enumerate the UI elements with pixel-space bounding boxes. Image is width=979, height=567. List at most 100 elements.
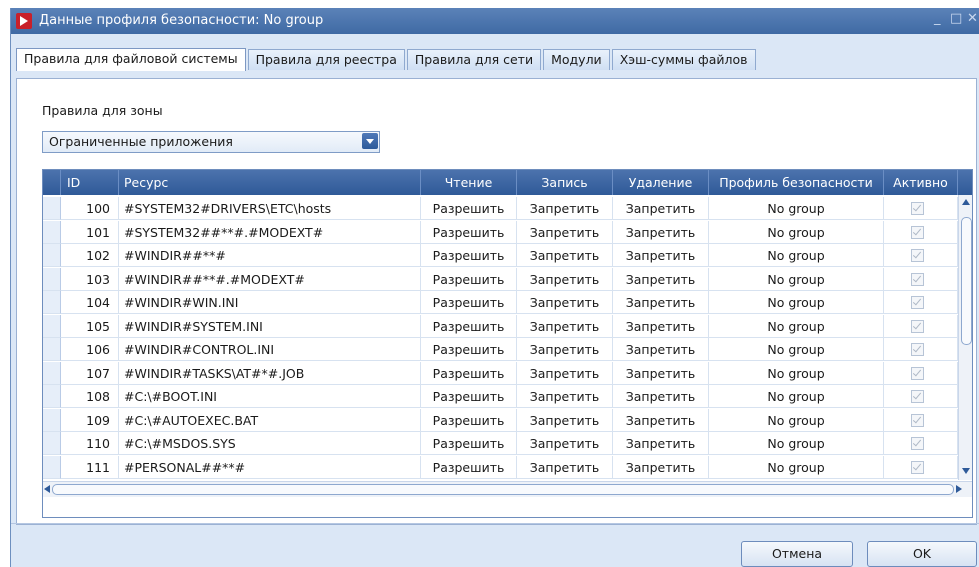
cell-read[interactable]: Разрешить xyxy=(421,455,517,479)
cell-id[interactable]: 103 xyxy=(61,267,119,291)
cell-resource[interactable]: #WINDIR#TASKS\AT#*#.JOB xyxy=(119,361,421,385)
cell-write[interactable]: Запретить xyxy=(517,197,613,220)
tab-registry-rules[interactable]: Правила для реестра xyxy=(247,49,405,70)
tab-file-hashes[interactable]: Хэш-суммы файлов xyxy=(611,49,756,70)
cell-delete[interactable]: Запретить xyxy=(613,455,709,479)
table-row[interactable]: 103 #WINDIR##**#.#MODEXT# Разрешить Запрети… xyxy=(43,267,958,291)
cell-profile[interactable]: No group xyxy=(709,361,884,385)
cell-write[interactable]: Запретить xyxy=(517,291,613,314)
cell-write[interactable]: Запретить xyxy=(517,314,613,338)
scroll-left-icon[interactable] xyxy=(44,485,50,493)
active-checkbox[interactable] xyxy=(911,249,924,262)
cell-write[interactable]: Запретить xyxy=(517,220,613,244)
cell-profile[interactable]: No group xyxy=(709,314,884,338)
active-checkbox[interactable] xyxy=(911,366,924,380)
minimize-icon[interactable]: _ xyxy=(934,11,941,26)
cell-active[interactable] xyxy=(884,385,958,408)
cell-delete[interactable]: Запретить xyxy=(613,361,709,385)
cell-profile[interactable]: No group xyxy=(709,338,884,361)
cell-id[interactable]: 104 xyxy=(61,291,119,314)
close-icon[interactable]: ✕ xyxy=(967,11,978,26)
column-header-resource[interactable]: Ресурс xyxy=(119,170,421,195)
cell-profile[interactable]: No group xyxy=(709,385,884,408)
tab-network-rules[interactable]: Правила для сети xyxy=(406,49,542,70)
cell-id[interactable]: 100 xyxy=(61,197,119,220)
column-header-delete[interactable]: Удаление xyxy=(613,170,709,195)
cell-profile[interactable]: No group xyxy=(709,432,884,455)
cell-id[interactable]: 102 xyxy=(61,244,119,267)
column-header-write[interactable]: Запись xyxy=(517,170,613,195)
cell-id[interactable]: 106 xyxy=(61,338,119,361)
active-checkbox[interactable] xyxy=(911,202,924,215)
cell-read[interactable]: Разрешить xyxy=(421,220,517,244)
cell-delete[interactable]: Запретить xyxy=(613,338,709,361)
cell-id[interactable]: 111 xyxy=(61,455,119,479)
cell-resource[interactable]: #C:\#AUTOEXEC.BAT xyxy=(119,408,421,432)
cell-profile[interactable]: No group xyxy=(709,267,884,291)
cell-id[interactable]: 108 xyxy=(61,385,119,408)
cell-active[interactable] xyxy=(884,197,958,220)
active-checkbox[interactable] xyxy=(911,319,924,333)
cell-resource[interactable]: #WINDIR##**# xyxy=(119,244,421,267)
cell-profile[interactable]: No group xyxy=(709,408,884,432)
cell-read[interactable]: Разрешить xyxy=(421,408,517,432)
cell-read[interactable]: Разрешить xyxy=(421,361,517,385)
tab-modules[interactable]: Модули xyxy=(543,49,610,70)
cell-active[interactable] xyxy=(884,314,958,338)
cell-id[interactable]: 105 xyxy=(61,314,119,338)
cell-active[interactable] xyxy=(884,291,958,314)
cancel-button[interactable]: Отмена xyxy=(741,541,853,567)
cell-delete[interactable]: Запретить xyxy=(613,197,709,220)
table-row[interactable]: 110 #C:\#MSDOS.SYS Разрешить Запретить Запре… xyxy=(43,432,958,455)
cell-read[interactable]: Разрешить xyxy=(421,291,517,314)
cell-profile[interactable]: No group xyxy=(709,244,884,267)
column-header-id[interactable]: ID xyxy=(61,170,119,195)
active-checkbox[interactable] xyxy=(911,460,924,474)
column-header-active[interactable]: Активно xyxy=(884,170,958,195)
table-row[interactable]: 105 #WINDIR#SYSTEM.INI Разрешить Запретить З… xyxy=(43,314,958,338)
cell-write[interactable]: Запретить xyxy=(517,244,613,267)
cell-write[interactable]: Запретить xyxy=(517,432,613,455)
cell-read[interactable]: Разрешить xyxy=(421,244,517,267)
active-checkbox[interactable] xyxy=(911,343,924,356)
cell-resource[interactable]: #WINDIR#CONTROL.INI xyxy=(119,338,421,361)
cell-profile[interactable]: No group xyxy=(709,220,884,244)
cell-read[interactable]: Разрешить xyxy=(421,432,517,455)
cell-write[interactable]: Запретить xyxy=(517,408,613,432)
horizontal-scroll-thumb[interactable] xyxy=(52,484,954,495)
cell-delete[interactable]: Запретить xyxy=(613,220,709,244)
cell-delete[interactable]: Запретить xyxy=(613,385,709,408)
table-row[interactable]: 100 #SYSTEM32#DRIVERS\ETC\hosts Разрешить З… xyxy=(43,197,958,220)
cell-active[interactable] xyxy=(884,455,958,479)
cell-read[interactable]: Разрешить xyxy=(421,267,517,291)
active-checkbox[interactable] xyxy=(911,413,924,427)
active-checkbox[interactable] xyxy=(911,437,924,450)
cell-resource[interactable]: #C:\#BOOT.INI xyxy=(119,385,421,408)
active-checkbox[interactable] xyxy=(911,225,924,239)
cell-read[interactable]: Разрешить xyxy=(421,314,517,338)
active-checkbox[interactable] xyxy=(911,390,924,403)
cell-write[interactable]: Запретить xyxy=(517,361,613,385)
cell-delete[interactable]: Запретить xyxy=(613,244,709,267)
cell-id[interactable]: 110 xyxy=(61,432,119,455)
cell-write[interactable]: Запретить xyxy=(517,267,613,291)
cell-write[interactable]: Запретить xyxy=(517,338,613,361)
table-row[interactable]: 104 #WINDIR#WIN.INI Разрешить Запретить Запр… xyxy=(43,291,958,314)
active-checkbox[interactable] xyxy=(911,272,924,286)
cell-write[interactable]: Запретить xyxy=(517,385,613,408)
scroll-up-icon[interactable] xyxy=(962,199,970,205)
table-row[interactable]: 109 #C:\#AUTOEXEC.BAT Разрешить Запретить За… xyxy=(43,408,958,432)
cell-id[interactable]: 107 xyxy=(61,361,119,385)
cell-read[interactable]: Разрешить xyxy=(421,197,517,220)
cell-active[interactable] xyxy=(884,267,958,291)
dropdown-arrow-icon[interactable] xyxy=(362,133,378,149)
table-row[interactable]: 107 #WINDIR#TASKS\AT#*#.JOB Разрешить Запре… xyxy=(43,361,958,385)
scroll-down-icon[interactable] xyxy=(962,468,970,474)
maximize-icon[interactable]: □ xyxy=(950,11,962,26)
cell-active[interactable] xyxy=(884,338,958,361)
cell-read[interactable]: Разрешить xyxy=(421,385,517,408)
cell-write[interactable]: Запретить xyxy=(517,455,613,479)
vertical-scrollbar[interactable] xyxy=(958,195,972,480)
cell-resource[interactable]: #C:\#MSDOS.SYS xyxy=(119,432,421,455)
column-header-read[interactable]: Чтение xyxy=(421,170,517,195)
